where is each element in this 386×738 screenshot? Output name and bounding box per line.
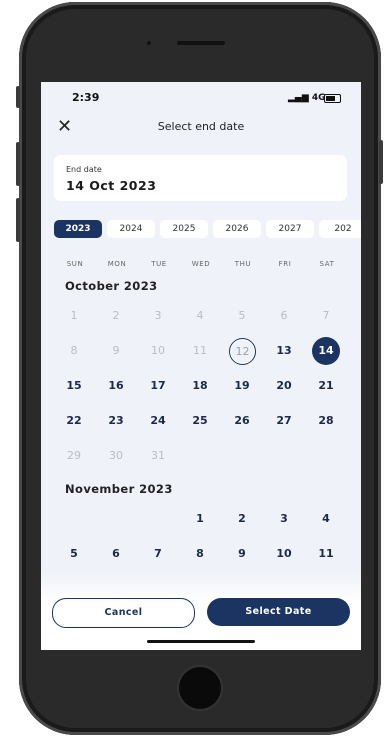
weekday-sun: SUN [66,260,84,268]
calendar-day[interactable]: 2 [228,507,256,531]
calendar-day[interactable]: 3 [270,507,298,531]
calendar-day[interactable]: 26 [228,409,256,433]
calendar-day[interactable]: 14 [312,337,340,365]
calendar-day[interactable]: 15 [60,374,88,398]
month-heading: October 2023 [65,279,158,293]
calendar-day: 30 [109,449,123,462]
calendar-day: 3 [154,309,162,322]
calendar-day: 4 [196,309,204,322]
signal-bars-icon: ▂▄▆ [288,93,312,103]
phone-volume-up [16,142,20,186]
calendar-day[interactable]: 13 [270,339,298,363]
phone-mute-switch [16,86,20,108]
calendar-day[interactable]: 16 [102,374,130,398]
signal-indicator: ▂▄▆ 4G [288,93,326,103]
battery-icon [324,94,341,103]
select-date-button[interactable]: Select Date [207,598,350,626]
calendar-day[interactable]: 4 [312,507,340,531]
page-title: Select end date [157,120,245,133]
calendar-day: 10 [151,344,165,357]
phone-volume-down [16,198,20,242]
year-selector: 2023 2024 2025 2026 2027 202 [54,220,361,240]
calendar-day[interactable]: 22 [60,409,88,433]
calendar-day: 8 [70,344,78,357]
calendar-day: 31 [151,449,165,462]
calendar-day: 5 [238,309,246,322]
month-heading: November 2023 [65,482,173,496]
modal-header: Select end date ✕ [41,116,361,140]
calendar-day: 12 [229,338,256,365]
weekday-mon: MON [107,260,127,268]
calendar-day[interactable]: 24 [144,409,172,433]
calendar-day[interactable]: 1 [186,507,214,531]
calendar-day[interactable]: 17 [144,374,172,398]
status-time: 2:39 [72,91,100,104]
year-chip-2023[interactable]: 2023 [54,220,102,238]
calendar-day[interactable]: 18 [186,374,214,398]
calendar-day[interactable]: 20 [270,374,298,398]
calendar-day: 2 [112,309,120,322]
app-screen: 2:39 ▂▄▆ 4G Select end date ✕ End date 1… [41,82,361,650]
weekday-thu: THU [234,260,252,268]
cancel-button[interactable]: Cancel [52,598,195,628]
calendar-day: 9 [112,344,120,357]
year-chip-2024[interactable]: 2024 [107,220,155,238]
year-chip-2026[interactable]: 2026 [213,220,261,238]
status-bar: 2:39 ▂▄▆ 4G [41,82,361,116]
weekday-fri: FRI [278,260,292,268]
home-button[interactable] [179,667,221,709]
calendar-day[interactable]: 21 [312,374,340,398]
calendar-day[interactable]: 23 [102,409,130,433]
weekday-header: SUN MON TUE WED THU FRI SAT [54,260,348,272]
calendar-day[interactable]: 19 [228,374,256,398]
calendar-day[interactable]: 25 [186,409,214,433]
weekday-tue: TUE [151,260,167,268]
weekday-sat: SAT [319,260,335,268]
front-camera [147,41,151,45]
end-date-value: 14 Oct 2023 [66,178,157,193]
end-date-label: End date [66,165,102,174]
year-chip-202[interactable]: 202 [319,220,361,238]
end-date-field[interactable]: End date 14 Oct 2023 [54,155,347,201]
calendar-day[interactable]: 27 [270,409,298,433]
home-indicator [147,640,255,643]
calendar-day: 7 [322,309,330,322]
phone-power-button [379,140,383,184]
year-chip-2027[interactable]: 2027 [266,220,314,238]
close-icon[interactable]: ✕ [57,118,72,136]
weekday-wed: WED [191,260,211,268]
year-chip-2025[interactable]: 2025 [160,220,208,238]
earpiece-speaker [177,41,225,45]
calendar-day: 1 [70,309,78,322]
calendar-day: 29 [67,449,81,462]
calendar-day: 6 [280,309,288,322]
calendar-day[interactable]: 28 [312,409,340,433]
calendar-day: 11 [193,344,207,357]
